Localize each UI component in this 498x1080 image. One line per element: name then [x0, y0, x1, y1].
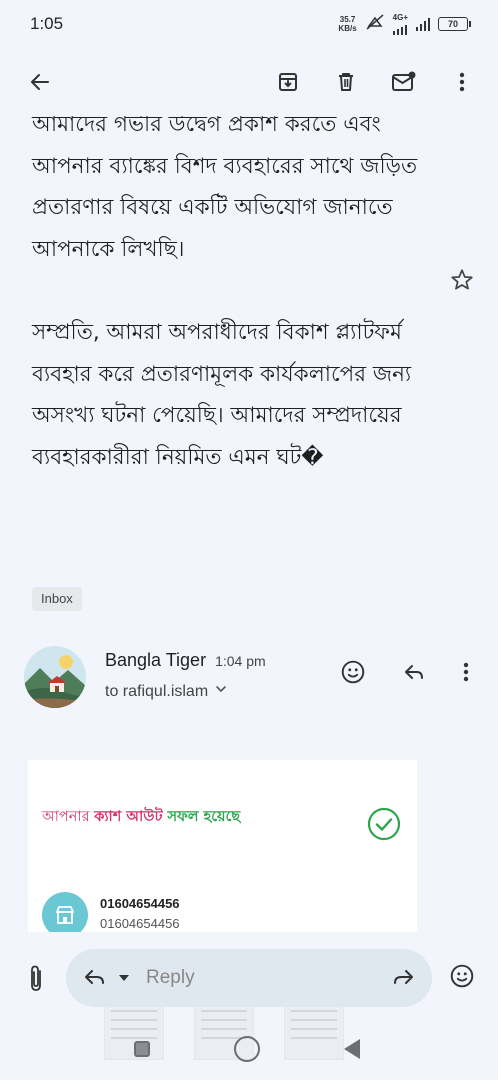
mark-unread-icon[interactable] [384, 62, 424, 102]
phone-number-primary: 01604654456 [100, 896, 180, 911]
bottom-add-reaction-icon[interactable] [446, 960, 478, 992]
more-vert-icon[interactable] [442, 62, 482, 102]
phone-number-secondary: 01604654456 [100, 916, 180, 931]
store-icon [42, 892, 88, 932]
reply-input[interactable] [146, 963, 366, 993]
inbox-label-chip[interactable]: Inbox [32, 587, 82, 611]
signal-icon [416, 17, 430, 31]
body-paragraph-2: সম্প্রতি, আমরা অপরাধীদের বিকাশ প্ল্যাটফর… [32, 319, 412, 470]
email-body: আমাদের গভীর উদ্বেগ প্রকাশ করতে এবং আপনার… [32, 116, 432, 478]
network-type: 4G+ [392, 13, 408, 22]
net-speed-value: 35.7 [339, 15, 356, 24]
banner-part-1: আপনার [42, 809, 95, 825]
banner-part-2: ক্যাশ আউট [94, 809, 163, 825]
app-bar [0, 48, 498, 116]
sender-row: Bangla Tiger 1:04 pm to rafiqul.islam [24, 646, 498, 710]
sender-time: 1:04 pm [215, 653, 266, 669]
nav-back-icon[interactable] [344, 1039, 360, 1059]
forward-icon[interactable] [390, 965, 416, 991]
avatar[interactable] [24, 646, 86, 708]
email-image-card[interactable]: আপনার ক্যাশ আউট সফল হয়েছে 01604654456 0… [28, 760, 417, 932]
reply-compose-pill[interactable] [66, 949, 432, 1007]
nav-recents-icon[interactable] [134, 1041, 150, 1057]
delete-icon[interactable] [326, 62, 366, 102]
nav-home-icon[interactable] [234, 1036, 260, 1062]
mute-icon [365, 13, 385, 35]
add-reaction-icon[interactable] [337, 656, 369, 688]
status-bar: 1:05 35.7 KB/s 4G+ 70 [0, 0, 498, 48]
battery-icon: 70 [438, 17, 471, 31]
status-time: 1:05 [30, 14, 64, 33]
recipient-details[interactable]: to rafiqul.islam [105, 682, 228, 701]
reply-type-icon[interactable] [82, 966, 108, 990]
sender-name: Bangla Tiger [105, 650, 207, 670]
app-bar-actions [268, 62, 482, 102]
battery-level: 70 [447, 19, 458, 29]
reply-icon[interactable] [398, 656, 430, 688]
message-more-vert-icon[interactable] [450, 656, 482, 688]
banner-part-3: সফল হয়েছে [162, 809, 241, 825]
star-icon[interactable] [446, 264, 478, 296]
archive-icon[interactable] [268, 62, 308, 102]
sender-name-row[interactable]: Bangla Tiger 1:04 pm [105, 650, 266, 671]
chevron-down-icon [214, 682, 228, 701]
back-arrow-icon[interactable] [20, 62, 60, 102]
attach-icon[interactable] [20, 960, 52, 996]
recipient-text: to rafiqul.islam [105, 682, 209, 700]
check-circle-icon [367, 807, 401, 845]
email-content[interactable]: আমাদের গভীর উদ্বেগ প্রকাশ করতে এবং আপনার… [0, 116, 498, 932]
signal-4g-icon: 4G+ [392, 13, 408, 35]
net-speed-unit: KB/s [338, 24, 357, 33]
net-speed: 35.7 KB/s [338, 15, 356, 33]
status-icons: 35.7 KB/s 4G+ 70 [338, 13, 471, 35]
cashout-banner: আপনার ক্যাশ আউট সফল হয়েছে [42, 806, 240, 830]
body-paragraph-1: আমাদের গভীর উদ্বেগ প্রকাশ করতে এবং আপনার… [32, 116, 418, 262]
reply-type-dropdown-icon[interactable] [116, 970, 132, 986]
